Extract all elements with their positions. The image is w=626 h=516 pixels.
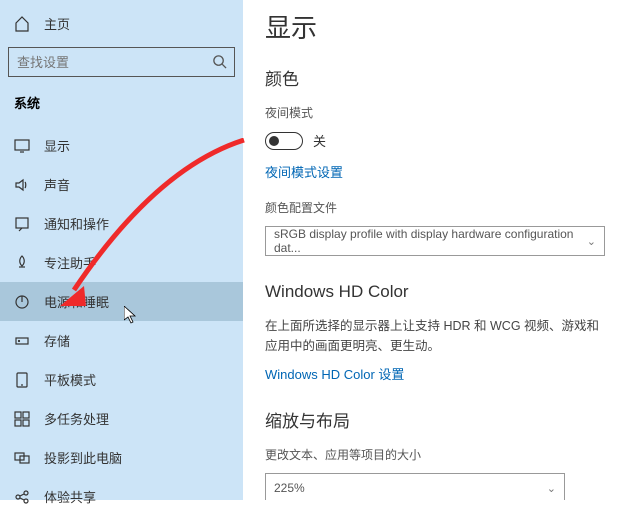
project-icon [14,450,30,466]
power-icon [14,294,30,310]
nav-notifications[interactable]: 通知和操作 [0,204,243,243]
nav-tablet[interactable]: 平板模式 [0,360,243,399]
color-section-title: 颜色 [265,65,606,90]
nav-label: 平板模式 [44,370,96,389]
home-link[interactable]: 主页 [0,8,243,39]
chevron-down-icon: ⌄ [587,235,596,248]
dropdown-value: 225% [274,481,305,495]
nav-multitask[interactable]: 多任务处理 [0,399,243,438]
notifications-icon [14,216,30,232]
nav-storage[interactable]: 存储 [0,321,243,360]
nav-label: 通知和操作 [44,214,109,233]
scale-dropdown[interactable]: 225% ⌄ [265,473,565,500]
search-wrap [0,47,243,77]
section-title: 系统 [0,93,243,112]
nav-label: 专注助手 [44,253,96,272]
nav-label: 显示 [44,136,70,155]
home-icon [14,16,30,32]
dropdown-value: sRGB display profile with display hardwa… [274,227,587,255]
hd-color-settings-link[interactable]: Windows HD Color 设置 [265,364,404,383]
nav-share[interactable]: 体验共享 [0,477,243,516]
night-light-toggle[interactable] [265,132,303,150]
nav-sound[interactable]: 声音 [0,165,243,204]
home-label: 主页 [44,14,70,33]
nav-label: 多任务处理 [44,409,109,428]
sound-icon [14,177,30,193]
nav-display[interactable]: 显示 [0,126,243,165]
nav-power-sleep[interactable]: 电源和睡眠 [0,282,243,321]
night-light-toggle-row: 关 [265,131,606,150]
multitask-icon [14,411,30,427]
search-icon [212,54,227,69]
color-profile-dropdown[interactable]: sRGB display profile with display hardwa… [265,226,605,256]
toggle-state: 关 [313,131,326,150]
hd-color-title: Windows HD Color [265,282,606,302]
color-profile-label: 颜色配置文件 [265,199,606,216]
night-light-settings-link[interactable]: 夜间模式设置 [265,162,343,181]
nav-label: 投影到此电脑 [44,448,122,467]
storage-icon [14,333,30,349]
focus-icon [14,255,30,271]
nav-label: 电源和睡眠 [44,292,109,311]
hd-color-desc: 在上面所选择的显示器上让支持 HDR 和 WCG 视频、游戏和应用中的画面更明亮… [265,316,606,356]
scale-label: 更改文本、应用等项目的大小 [265,446,606,463]
toggle-knob [269,136,279,146]
main-content: 显示 颜色 夜间模式 关 夜间模式设置 颜色配置文件 sRGB display … [243,0,626,500]
tablet-icon [14,372,30,388]
sidebar: 主页 系统 显示 声音 通知和操作 专注助手 电源和睡眠 存储 平板模式 多任务… [0,0,243,500]
nav-label: 存储 [44,331,70,350]
page-title: 显示 [265,8,606,45]
monitor-icon [14,138,30,154]
share-icon [14,489,30,505]
nav-project[interactable]: 投影到此电脑 [0,438,243,477]
nav-label: 声音 [44,175,70,194]
nav-label: 体验共享 [44,487,96,506]
chevron-down-icon: ⌄ [547,482,556,495]
nav-focus[interactable]: 专注助手 [0,243,243,282]
search-input[interactable] [8,47,235,77]
scale-section-title: 缩放与布局 [265,407,606,432]
night-light-label: 夜间模式 [265,104,606,121]
